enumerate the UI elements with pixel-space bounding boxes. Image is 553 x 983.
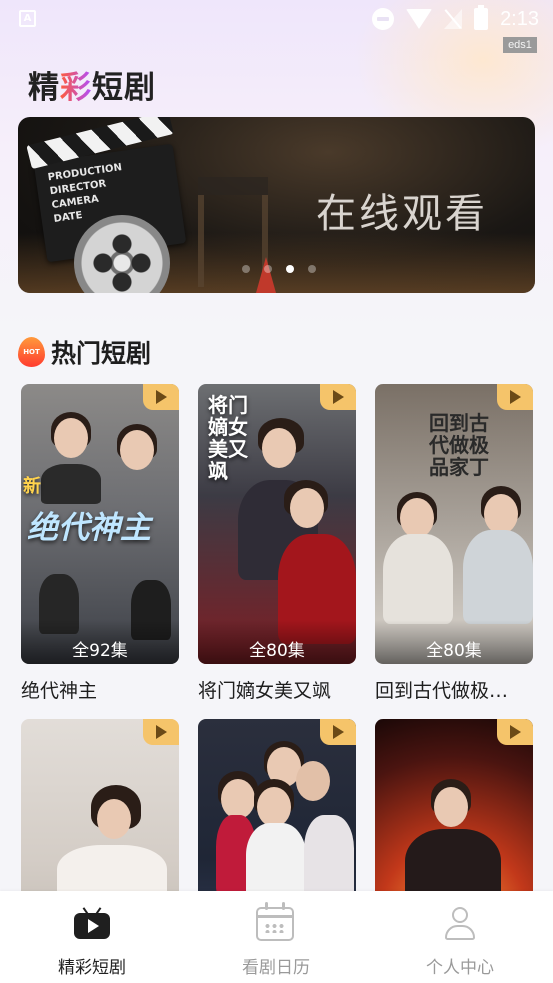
- status-time: 2:13: [500, 7, 539, 30]
- poster-figure-body: [304, 815, 354, 899]
- play-badge-icon[interactable]: [143, 719, 179, 745]
- episode-count: 全80集: [198, 620, 356, 664]
- play-badge-icon[interactable]: [320, 384, 356, 410]
- carousel-indicator: [242, 265, 316, 273]
- drama-card[interactable]: 新 绝代神主 全92集 绝代神主: [21, 384, 179, 703]
- play-badge-icon[interactable]: [143, 384, 179, 410]
- no-signal-icon: [444, 9, 463, 29]
- clapper-stripes: [26, 117, 174, 170]
- hot-flame-icon: HOT: [18, 337, 45, 367]
- episode-count: 全80集: [375, 620, 533, 664]
- poster-new-tag: 新: [23, 476, 41, 497]
- user-head: [452, 907, 468, 923]
- calendar-icon: [255, 902, 294, 941]
- promo-banner[interactable]: PRODUCTION DIRECTOR CAMERA DATE 在线观看: [18, 117, 535, 293]
- carousel-dot-active[interactable]: [286, 265, 294, 273]
- carousel-dot[interactable]: [264, 265, 272, 273]
- poster-figure-body: [463, 530, 533, 624]
- drama-card[interactable]: 回到古代做极品家丁 全80集 回到古代做极…: [375, 384, 533, 703]
- drama-poster: 回到古代做极品家丁 全80集: [375, 384, 533, 664]
- notification-a-icon: A: [19, 10, 36, 27]
- poster-figure-face: [120, 430, 154, 470]
- bottom-navigation: 精彩短剧 看剧日历 个人中心: [0, 891, 553, 983]
- nav-label: 个人中心: [426, 958, 494, 978]
- poster-figure-face: [484, 494, 518, 534]
- drama-title[interactable]: 将门嫡女美又飒: [198, 676, 356, 703]
- drama-title[interactable]: 回到古代做极…: [375, 676, 533, 703]
- title-part-2: 短剧: [92, 70, 156, 106]
- poster-figure-body: [383, 534, 453, 624]
- tv-play-icon: [74, 907, 110, 939]
- page-title: 精彩短剧: [28, 62, 156, 107]
- do-not-disturb-icon: [372, 8, 395, 30]
- drama-title[interactable]: 绝代神主: [21, 676, 179, 703]
- poster-figure-face: [400, 498, 434, 538]
- eds-badge: eds1: [503, 37, 537, 53]
- carousel-dot[interactable]: [308, 265, 316, 273]
- episode-count: 全92集: [21, 620, 179, 664]
- poster-figure-face: [296, 761, 330, 801]
- play-badge-icon[interactable]: [320, 719, 356, 745]
- drama-poster: 新 绝代神主 全92集: [21, 384, 179, 664]
- poster-title-art: 将门嫡女美又飒: [208, 393, 248, 483]
- banner-text: 在线观看: [316, 191, 488, 237]
- nav-item-dramas[interactable]: 精彩短剧: [0, 891, 184, 983]
- nav-label: 精彩短剧: [58, 958, 126, 978]
- calendar-ring: [282, 902, 285, 910]
- poster-figure-face: [221, 779, 255, 819]
- status-bar: A 2:13: [0, 0, 553, 38]
- battery-icon: [474, 5, 489, 30]
- carousel-dot[interactable]: [242, 265, 250, 273]
- user-body: [445, 925, 475, 940]
- status-icons: 2:13: [372, 5, 539, 32]
- calendar-ring: [265, 902, 268, 910]
- section-title: 热门短剧: [51, 339, 152, 368]
- nav-item-profile[interactable]: 个人中心: [368, 891, 552, 983]
- play-badge-icon[interactable]: [497, 719, 533, 745]
- poster-figure-face: [290, 488, 324, 528]
- wifi-icon: [406, 9, 433, 29]
- drama-poster: 将门嫡女美又飒 全80集: [198, 384, 356, 664]
- title-accent: 彩: [60, 70, 92, 106]
- play-badge-icon[interactable]: [497, 384, 533, 410]
- drama-card[interactable]: 将门嫡女美又飒 全80集 将门嫡女美又飒: [198, 384, 356, 703]
- poster-title-art: 绝代神主: [27, 510, 151, 546]
- poster-figure-face: [54, 418, 88, 458]
- poster-figure-face: [434, 787, 468, 827]
- nav-label: 看剧日历: [242, 958, 310, 978]
- poster-figure-face: [97, 799, 131, 839]
- poster-figure-body: [41, 464, 101, 504]
- poster-title-art: 回到古代做极品家丁: [429, 411, 489, 479]
- nav-item-calendar[interactable]: 看剧日历: [184, 891, 368, 983]
- hot-dramas-header: HOT 热门短剧: [18, 334, 151, 370]
- poster-figure-face: [262, 428, 296, 468]
- user-icon: [445, 907, 475, 941]
- tv-screen: [74, 913, 110, 939]
- title-part-1: 精: [28, 70, 60, 106]
- poster-figure-face: [257, 787, 291, 827]
- traffic-cone-graphic: [256, 257, 276, 293]
- hot-badge-text: HOT: [23, 348, 40, 356]
